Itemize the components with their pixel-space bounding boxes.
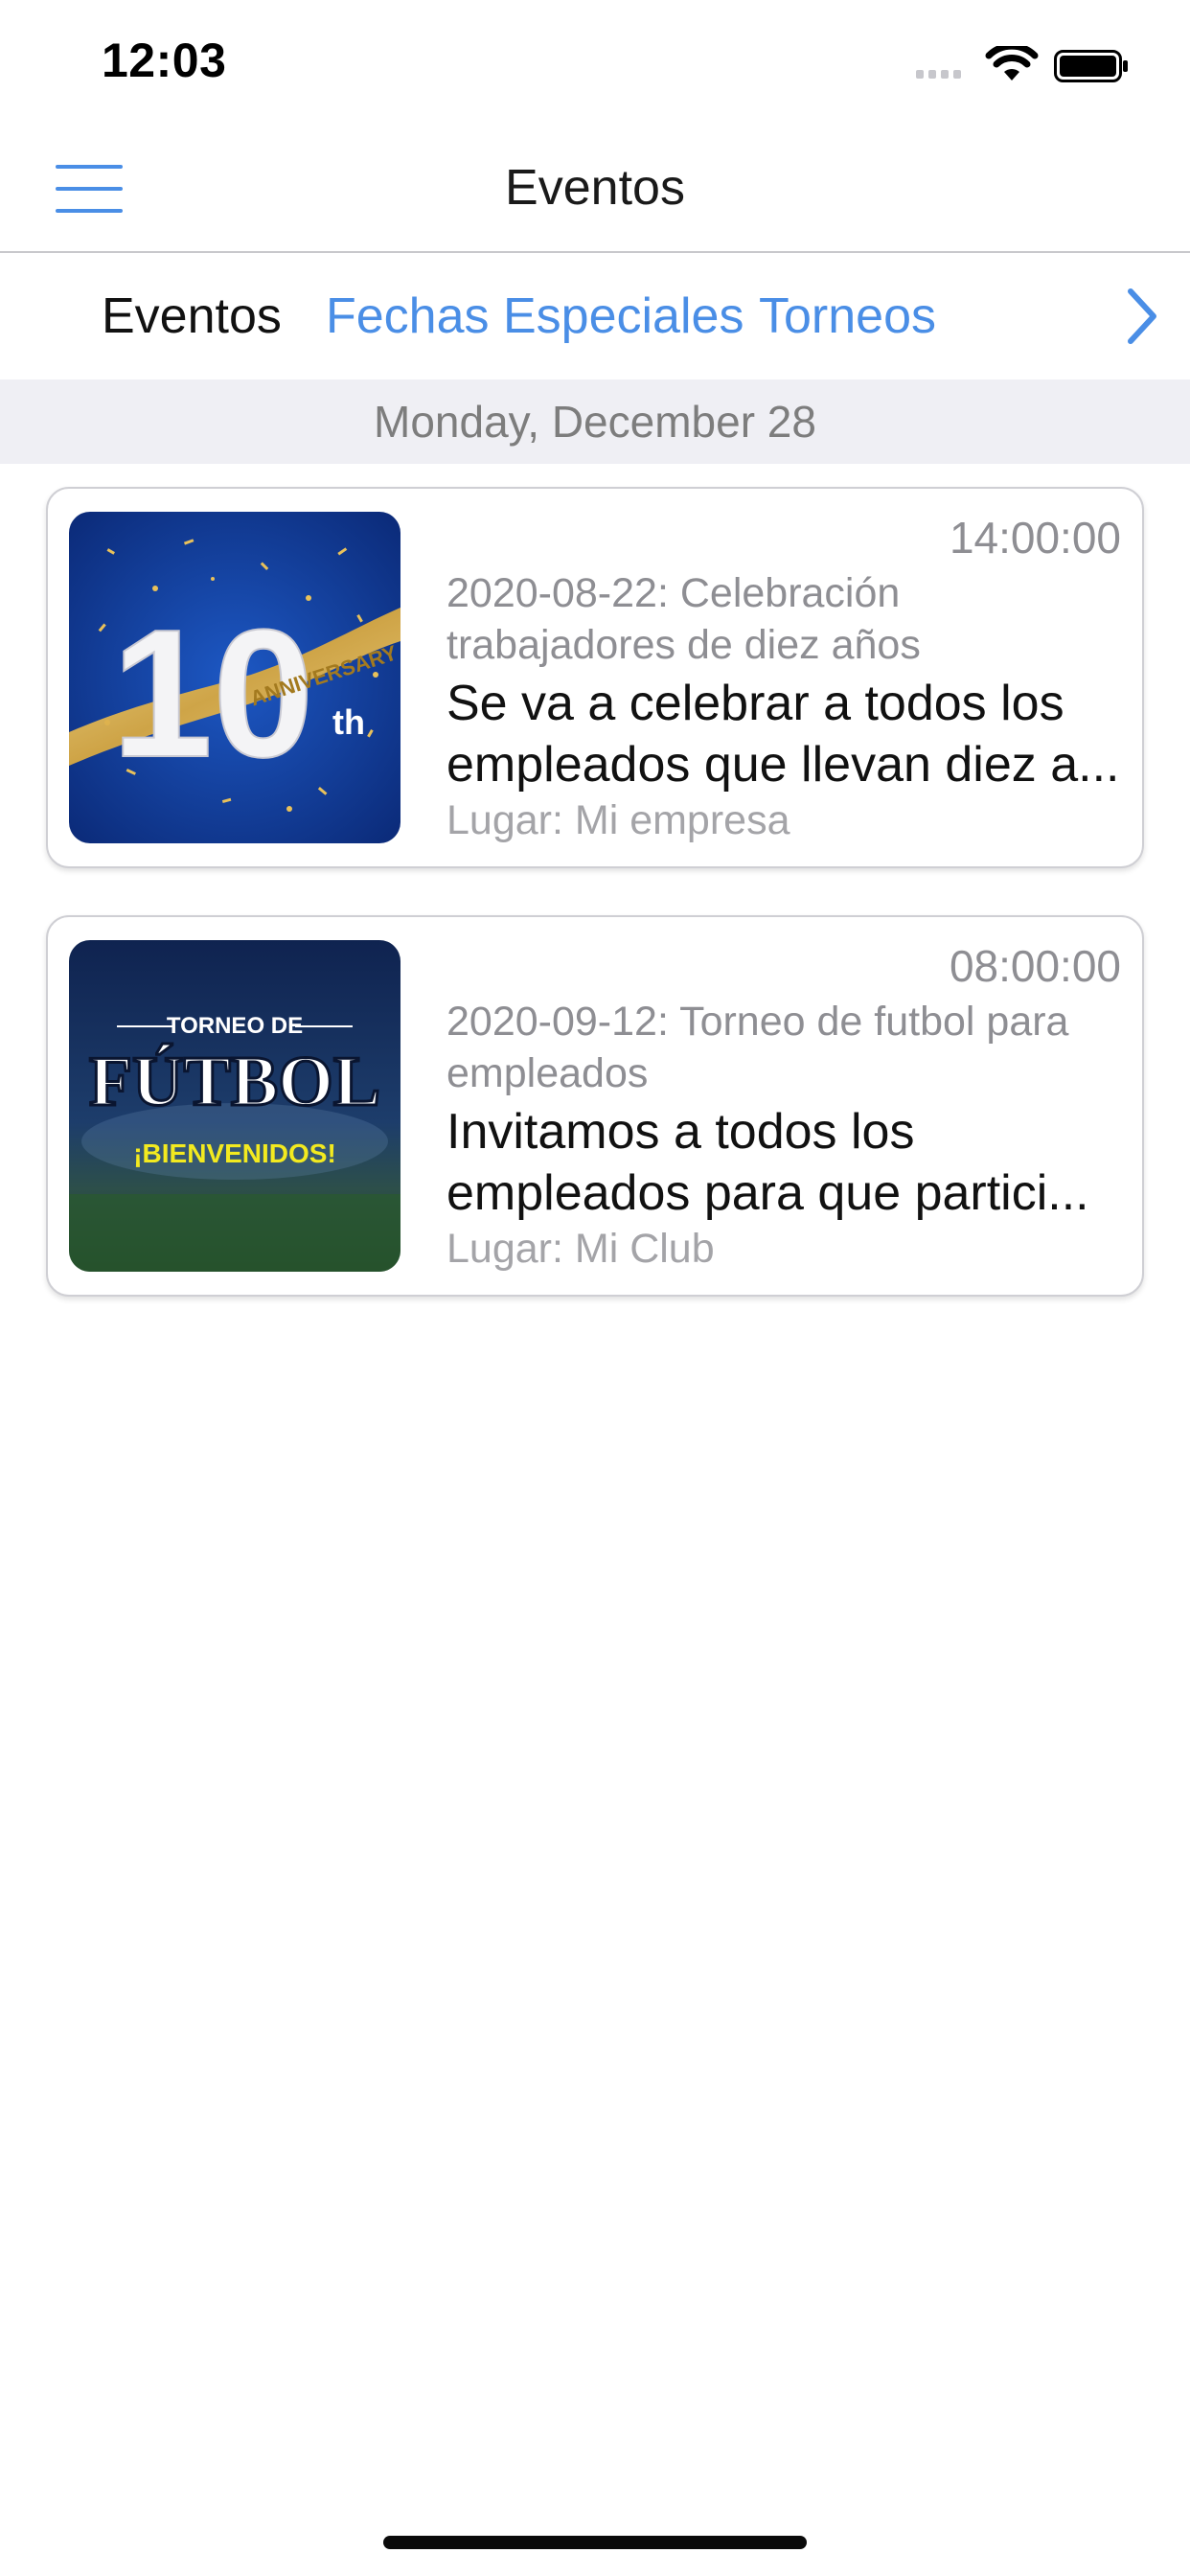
event-place: Lugar: Mi empresa — [446, 797, 790, 843]
chevron-right-icon[interactable] — [1123, 286, 1161, 347]
event-description: Se va a celebrar a todos los empleados q… — [446, 676, 1120, 793]
football-tournament-image: TORNEO DE FÚTBOL ¡BIENVENIDOS! — [69, 940, 400, 1272]
tournament-line-3: ¡BIENVENIDOS! — [133, 1138, 336, 1168]
anniversary-suffix: th — [332, 702, 365, 742]
event-title: 2020-09-12: Torneo de futbol para emplea… — [446, 999, 1069, 1096]
section-date-header: Monday, December 28 — [0, 380, 1190, 464]
event-title: 2020-08-22: Celebración trabajadores de … — [446, 570, 921, 668]
tab-eventos[interactable]: Eventos — [102, 288, 282, 345]
cellular-signal-icon — [916, 70, 961, 79]
tab-torneos[interactable]: Torneos — [759, 288, 936, 345]
status-time: 12:03 — [102, 34, 227, 87]
event-card[interactable]: TORNEO DE FÚTBOL ¡BIENVENIDOS! 08:00:00 … — [46, 915, 1144, 1297]
navigation-bar: Eventos — [0, 126, 1190, 253]
home-indicator[interactable] — [383, 2536, 807, 2549]
status-bar: 12:03 — [0, 0, 1190, 126]
page-title: Eventos — [505, 160, 685, 216]
event-time: 14:00:00 — [949, 513, 1121, 563]
wifi-icon — [985, 46, 1039, 80]
event-card[interactable]: 10 th ANNIVERSARY 14:00:00 2020-08-22: C… — [46, 487, 1144, 868]
event-description: Invitamos a todos los empleados para que… — [446, 1104, 1089, 1221]
event-time: 08:00:00 — [949, 941, 1121, 991]
anniversary-event-image: 10 th ANNIVERSARY — [69, 512, 400, 843]
tournament-line-2: FÚTBOL — [89, 1043, 380, 1121]
tab-fechas-especiales[interactable]: Fechas Especiales — [326, 288, 744, 345]
battery-icon — [1054, 50, 1128, 82]
category-tabs: Eventos Fechas Especiales Torneos — [0, 255, 1190, 378]
event-place: Lugar: Mi Club — [446, 1226, 715, 1272]
tournament-line-1: TORNEO DE — [167, 1013, 303, 1039]
